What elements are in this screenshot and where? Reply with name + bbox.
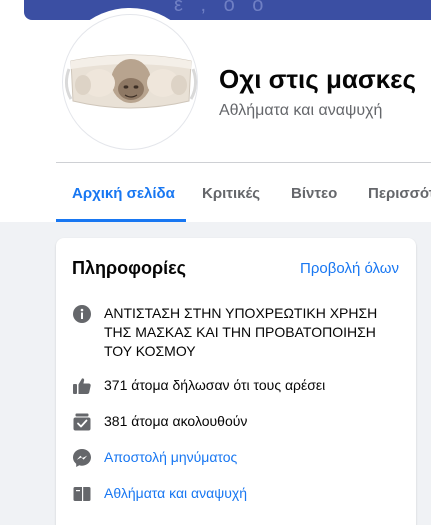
likes-count-text: 371 άτομα δήλωσαν ότι τους αρέσει	[104, 377, 326, 393]
tab-more[interactable]: Περισσότ	[368, 185, 431, 202]
category-icon	[72, 484, 92, 504]
info-icon	[72, 304, 92, 324]
info-card-title: Πληροφορίες	[72, 258, 187, 278]
page-category[interactable]: Αθλήματα και αναψυχή	[219, 102, 382, 120]
about-text: ΑΝΤΙΣΤΑΣΗ ΣΤΗΝ ΥΠΟΧΡΕΩΤΙΚΗ ΧΡΗΣΗ ΤΗΣ ΜΑΣ…	[104, 305, 378, 359]
tab-videos[interactable]: Βίντεο	[291, 185, 337, 202]
info-card: Πληροφορίες Προβολή όλων ΑΝΤΙΣΤΑΣΗ ΣΤΗΝ …	[56, 238, 416, 525]
send-message-link[interactable]: Αποστολή μηνύματος	[104, 448, 396, 467]
cover-pattern: ε , ό ο	[174, 0, 270, 16]
see-all-link[interactable]: Προβολή όλων	[300, 260, 399, 277]
category-link[interactable]: Αθλήματα και αναψυχή	[104, 484, 396, 503]
thumbs-up-icon	[72, 376, 92, 396]
cover-photo[interactable]: ε , ό ο	[24, 0, 431, 20]
tab-reviews[interactable]: Κριτικές	[202, 185, 260, 202]
messenger-icon	[72, 448, 92, 468]
active-tab-indicator	[56, 219, 186, 222]
tab-home[interactable]: Αρχική σελίδα	[72, 185, 175, 202]
follow-icon	[72, 412, 92, 432]
header-divider	[56, 162, 431, 163]
page-title: Οχι στις μασκες	[219, 64, 417, 94]
sheep-mask-image	[64, 54, 197, 109]
followers-count-text: 381 άτομα ακολουθούν	[104, 413, 248, 429]
profile-avatar[interactable]	[62, 14, 198, 150]
